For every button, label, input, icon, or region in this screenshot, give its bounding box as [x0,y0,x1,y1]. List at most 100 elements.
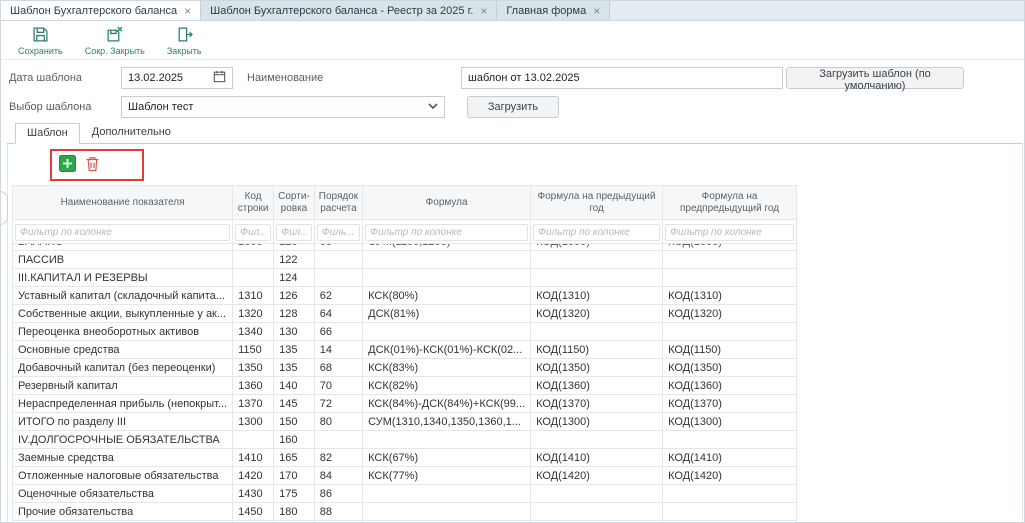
table-row[interactable]: Нераспределенная прибыль (непокрыт...137… [13,395,797,413]
column-header[interactable]: Формула [363,186,531,220]
cell: КСК(67%) [363,449,531,467]
save-close-button[interactable]: Сокр. Закрыть [82,25,148,57]
column-filter-input[interactable] [15,224,230,241]
cell: 84 [314,467,362,485]
table-row[interactable]: Отложенные налоговые обязательства142017… [13,467,797,485]
column-filter-input[interactable] [276,224,312,241]
cell: КСК(80%) [363,287,531,305]
cell: КОД(1300) [663,413,797,431]
annotation-highlight-box [50,149,144,181]
table-row[interactable]: Резервный капитал136014070КСК(82%)КОД(13… [13,377,797,395]
cell: 135 [274,341,315,359]
trash-icon [85,156,100,175]
save-button[interactable]: Сохранить [15,25,66,57]
cell: 1420 [233,467,274,485]
cell [314,431,362,449]
column-filter-input[interactable] [317,224,360,241]
table-row[interactable]: Прочие обязательства145018088 [13,503,797,521]
cell: КОД(1350) [531,359,663,377]
table-row[interactable]: ИТОГО по разделу III130015080СУМ(1310,13… [13,413,797,431]
load-template-button[interactable]: Загрузить [467,96,559,118]
table-row[interactable]: Переоценка внеоборотных активов134013066 [13,323,797,341]
cell: 64 [314,305,362,323]
selected-template-value: Шаблон тест [128,101,193,113]
cell: 72 [314,395,362,413]
column-header[interactable]: Формула на предпредыдущий год [663,186,797,220]
cell [363,323,531,341]
cell: 62 [314,287,362,305]
calendar-icon[interactable] [213,70,226,86]
cell [663,269,797,287]
window-tab-label: Главная форма [506,5,586,17]
column-header[interactable]: Сорти-ровка [274,186,315,220]
template-form: Дата шаблона 13.02.2025 Наименование Заг… [1,60,1024,123]
save-close-icon [106,26,123,45]
grid-toolbar [50,149,1022,181]
chevron-down-icon [428,101,438,113]
cell: СУМ(1100,1200) [363,244,531,251]
tab-template[interactable]: Шаблон [15,123,80,144]
cell: КСК(83%) [363,359,531,377]
cell: 1350 [233,359,274,377]
column-header[interactable]: Наименование показателя [13,186,233,220]
table-row[interactable]: IV.ДОЛГОСРОЧНЫЕ ОБЯЗАТЕЛЬСТВА160 [13,431,797,449]
table-row[interactable]: БАЛАНС160012060СУМ(1100,1200)КОД(1600)КО… [13,244,797,251]
column-header[interactable]: Формула на предыдущий год [531,186,663,220]
cell [363,485,531,503]
column-filter-input[interactable] [533,224,660,241]
column-header[interactable]: Порядок расчета [314,186,362,220]
column-filter-input[interactable] [365,224,528,241]
table-row[interactable]: Основные средства115013514ДСК(01%)-КСК(0… [13,341,797,359]
name-value-input[interactable] [468,72,776,84]
cell: 100 [314,521,362,523]
cell: Заемные средства [13,449,233,467]
close-tab-icon[interactable]: × [184,5,191,17]
delete-row-button[interactable] [85,156,100,175]
add-row-button[interactable] [59,155,76,175]
close-tab-icon[interactable]: × [480,5,487,17]
cell: КОД(1370) [663,395,797,413]
table-row[interactable]: ИТОГО по разделу IV1400180100СУМ(1410,14… [13,521,797,523]
grid-filter-row [13,220,797,244]
window-tab-registry[interactable]: Шаблон Бухгалтерского баланса - Реестр з… [201,1,497,20]
load-default-template-button[interactable]: Загрузить шаблон (по умолчанию) [786,67,964,89]
close-button[interactable]: Закрыть [164,25,205,57]
cell: 122 [274,251,315,269]
column-filter-input[interactable] [235,224,271,241]
cell: 1150 [233,341,274,359]
cell [663,503,797,521]
cell: 145 [274,395,315,413]
template-name-input[interactable] [461,67,783,89]
close-tab-icon[interactable]: × [593,5,600,17]
table-row[interactable]: Собственные акции, выкупленные у ак...13… [13,305,797,323]
template-date-input[interactable]: 13.02.2025 [121,67,233,89]
table-row[interactable]: Добавочный капитал (без переоценки)13501… [13,359,797,377]
cell [363,503,531,521]
cell: 68 [314,359,362,377]
column-filter-input[interactable] [665,224,794,241]
window-tab-label: Шаблон Бухгалтерского баланса [10,5,177,17]
window-tab-main-form[interactable]: Главная форма × [497,1,610,20]
cell [314,251,362,269]
table-row[interactable]: III.КАПИТАЛ И РЕЗЕРВЫ124 [13,269,797,287]
window-tab-template[interactable]: Шаблон Бухгалтерского баланса × [1,1,201,20]
cell: III.КАПИТАЛ И РЕЗЕРВЫ [13,269,233,287]
inner-tab-strip: Шаблон Дополнительно [7,123,1023,144]
table-row[interactable]: ПАССИВ 122 [13,251,797,269]
panel-collapse-handle[interactable] [0,191,8,225]
cell: Отложенные налоговые обязательства [13,467,233,485]
table-row[interactable]: Оценочные обязательства143017586 [13,485,797,503]
tab-additional[interactable]: Дополнительно [80,122,183,143]
cell: 82 [314,449,362,467]
cell: КОД(1350) [663,359,797,377]
cell: ПАССИВ [13,251,233,269]
template-select[interactable]: Шаблон тест [121,96,445,118]
cell: КОД(1360) [663,377,797,395]
table-row[interactable]: Уставный капитал (складочный капита...13… [13,287,797,305]
column-header[interactable]: Код строки [233,186,274,220]
table-row[interactable]: Заемные средства141016582КСК(67%)КОД(141… [13,449,797,467]
main-toolbar: Сохранить Сокр. Закрыть Закрыть [1,21,1024,60]
cell [314,269,362,287]
cell: КОД(1420) [663,467,797,485]
cell: 1600 [233,244,274,251]
